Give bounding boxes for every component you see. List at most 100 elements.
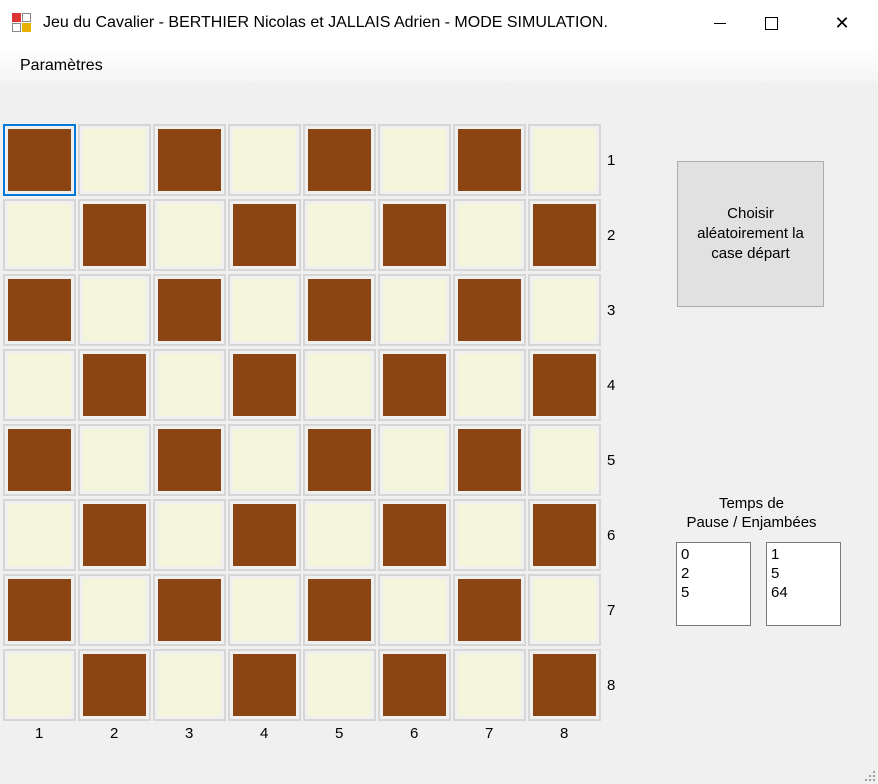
board-cell-r7-c8[interactable] [528,574,601,646]
cell-fill [8,504,71,566]
pause-label-line1: Temps de [718,495,785,512]
steps-option[interactable]: 64 [771,583,836,602]
board-cell-r8-c5[interactable] [303,649,376,721]
board-cell-r2-c2[interactable] [78,199,151,271]
board-cell-r4-c6[interactable] [378,349,451,421]
steps-listbox[interactable]: 1 5 64 [766,542,841,626]
pause-option[interactable]: 2 [681,564,746,583]
board-cell-r5-c1[interactable] [3,424,76,496]
board-cell-r8-c2[interactable] [78,649,151,721]
board-cell-r4-c2[interactable] [78,349,151,421]
board-cell-r8-c7[interactable] [453,649,526,721]
board-cell-r6-c4[interactable] [228,499,301,571]
board-cell-r3-c5[interactable] [303,274,376,346]
board-cell-r3-c3[interactable] [153,274,226,346]
board-cell-r7-c1[interactable] [3,574,76,646]
cell-fill [458,129,521,191]
board-cell-r8-c1[interactable] [3,649,76,721]
pause-steps-label: Temps de Pause / Enjambées [664,494,839,532]
board-cell-r2-c7[interactable] [453,199,526,271]
cell-fill [158,579,221,641]
board-cell-r8-c6[interactable] [378,649,451,721]
board-cell-r6-c1[interactable] [3,499,76,571]
board-cell-r5-c4[interactable] [228,424,301,496]
board-cell-r2-c6[interactable] [378,199,451,271]
board-cell-r4-c1[interactable] [3,349,76,421]
board-cell-r7-c5[interactable] [303,574,376,646]
board-cell-r4-c8[interactable] [528,349,601,421]
board-cell-r6-c5[interactable] [303,499,376,571]
board-cell-r6-c6[interactable] [378,499,451,571]
board-cell-r5-c8[interactable] [528,424,601,496]
board-cell-r2-c5[interactable] [303,199,376,271]
board-cell-r3-c4[interactable] [228,274,301,346]
board-cell-r5-c3[interactable] [153,424,226,496]
board-cell-r1-c2[interactable] [78,124,151,196]
col-label: 2 [110,725,119,742]
board-cell-r8-c4[interactable] [228,649,301,721]
board-cell-r1-c4[interactable] [228,124,301,196]
board-cell-r7-c3[interactable] [153,574,226,646]
pause-time-listbox[interactable]: 0 2 5 [676,542,751,626]
board-cell-r3-c6[interactable] [378,274,451,346]
board-cell-r3-c2[interactable] [78,274,151,346]
col-label: 5 [335,725,344,742]
close-icon[interactable]: ✕ [819,0,865,47]
resize-grip-icon[interactable] [863,769,875,781]
board-cell-r2-c4[interactable] [228,199,301,271]
cell-fill [308,654,371,716]
board-cell-r7-c4[interactable] [228,574,301,646]
steps-option[interactable]: 5 [771,564,836,583]
board-cell-r6-c2[interactable] [78,499,151,571]
maximize-icon[interactable] [748,0,794,47]
board-cell-r8-c8[interactable] [528,649,601,721]
board-cell-r1-c5[interactable] [303,124,376,196]
random-start-label: Choisir aléatoirement la case départ [697,205,804,262]
board-cell-r1-c7[interactable] [453,124,526,196]
board-cell-r1-c3[interactable] [153,124,226,196]
random-start-button[interactable]: Choisir aléatoirement la case départ [677,161,824,307]
board-cell-r6-c8[interactable] [528,499,601,571]
cell-fill [533,429,596,491]
board-cell-r4-c7[interactable] [453,349,526,421]
board-cell-r3-c8[interactable] [528,274,601,346]
board-cell-r4-c4[interactable] [228,349,301,421]
cell-fill [308,204,371,266]
board-cell-r2-c1[interactable] [3,199,76,271]
cell-fill [158,129,221,191]
cell-fill [533,504,596,566]
board-cell-r8-c3[interactable] [153,649,226,721]
pause-option[interactable]: 5 [681,583,746,602]
cell-fill [533,204,596,266]
menu-item-parametres[interactable]: Paramètres [12,55,111,77]
board-cell-r5-c6[interactable] [378,424,451,496]
board-cell-r3-c1[interactable] [3,274,76,346]
board-cell-r7-c6[interactable] [378,574,451,646]
board-cell-r7-c7[interactable] [453,574,526,646]
board-cell-r1-c1[interactable] [3,124,76,196]
cell-fill [383,354,446,416]
board-cell-r4-c5[interactable] [303,349,376,421]
cell-fill [8,129,71,191]
cell-fill [533,279,596,341]
board-cell-r5-c7[interactable] [453,424,526,496]
menu-bar: Paramètres [0,47,878,83]
board-cell-r4-c3[interactable] [153,349,226,421]
board-cell-r5-c5[interactable] [303,424,376,496]
cell-fill [233,429,296,491]
board-cell-r3-c7[interactable] [453,274,526,346]
board-cell-r1-c8[interactable] [528,124,601,196]
board-cell-r1-c6[interactable] [378,124,451,196]
pause-option[interactable]: 0 [681,545,746,564]
board-cell-r6-c7[interactable] [453,499,526,571]
steps-option[interactable]: 1 [771,545,836,564]
cell-fill [158,504,221,566]
board-cell-r5-c2[interactable] [78,424,151,496]
board-cell-r7-c2[interactable] [78,574,151,646]
minimize-icon[interactable] [697,0,743,47]
board-cell-r2-c3[interactable] [153,199,226,271]
cell-fill [383,129,446,191]
pause-label-line2: Pause / Enjambées [686,514,817,531]
board-cell-r2-c8[interactable] [528,199,601,271]
board-cell-r6-c3[interactable] [153,499,226,571]
